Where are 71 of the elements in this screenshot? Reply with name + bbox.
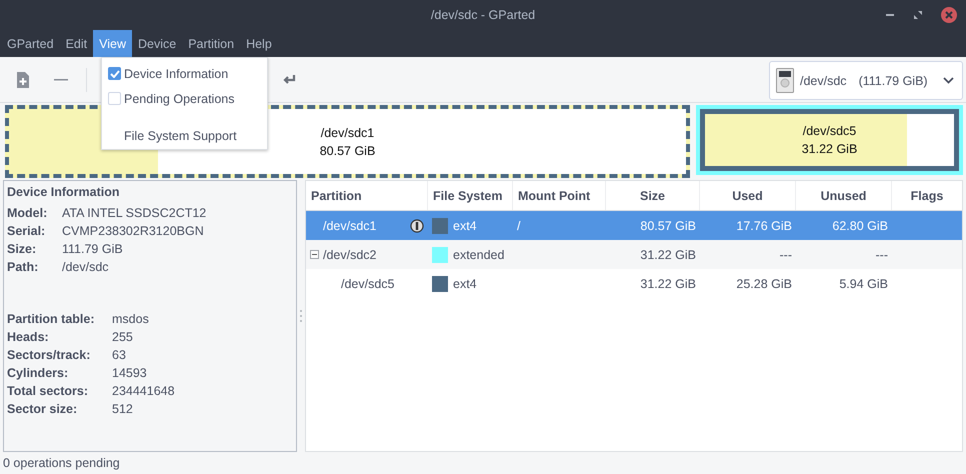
used-cell: 25.28 GiB [736, 276, 792, 290]
column-header[interactable]: File System [428, 181, 513, 210]
field-value: 255 [112, 330, 134, 344]
field-value: 111.79 GiB [62, 242, 124, 256]
apply-icon[interactable] [282, 74, 296, 86]
field-value: 14593 [112, 366, 148, 380]
field-label: Model: [7, 206, 48, 220]
menu-item[interactable]: Help [240, 30, 278, 57]
checkbox[interactable] [108, 67, 121, 80]
partition-size: 31.22 GiB [802, 142, 858, 156]
new-document-icon[interactable] [16, 70, 30, 88]
table-row[interactable]: /dev/sdc5 ext4 31.22 GiB 25.28 GiB 5.94 GiB [306, 269, 962, 298]
column-header[interactable]: Mount Point [513, 181, 606, 210]
field-value: 234441648 [112, 384, 175, 398]
field-label: Partition table: [7, 312, 96, 326]
field-value: CVMP238302R3120BGN [62, 224, 205, 238]
unused-cell: 62.80 GiB [832, 218, 888, 232]
field-label: Sector size: [7, 402, 78, 416]
status-text: 0 operations pending [3, 456, 120, 470]
table-row[interactable]: /dev/sdc2 extended 31.22 GiB --- --- [306, 240, 962, 269]
size-cell: 31.22 GiB [640, 248, 696, 262]
menu-item[interactable]: File System Support [102, 124, 267, 149]
field-label: Heads: [7, 330, 50, 344]
menu-item[interactable]: Device [132, 30, 182, 57]
pane-handle-icon[interactable] [300, 310, 302, 322]
mount-point-cell: / [517, 218, 520, 232]
field-label: Total sectors: [7, 384, 90, 398]
field-value: /dev/sdc [62, 260, 110, 274]
menu-item[interactable]: Device Information [102, 61, 267, 86]
field-label: Sectors/track: [7, 348, 92, 362]
size-cell: 80.57 GiB [640, 218, 696, 232]
device-selector[interactable]: /dev/sdc (111.79 GiB) [769, 61, 963, 100]
column-header[interactable]: Used [700, 181, 796, 210]
size-cell: 31.22 GiB [640, 276, 696, 290]
minimize-icon[interactable] [885, 13, 895, 17]
used-cell: --- [780, 248, 792, 262]
close-icon[interactable] [941, 7, 957, 23]
field-value: 63 [112, 348, 127, 362]
partition-cell: /dev/sdc5 [341, 276, 395, 290]
menu-item[interactable]: GParted [1, 30, 60, 57]
delete-icon[interactable] [54, 78, 68, 81]
unused-cell: --- [876, 248, 888, 262]
file-system-cell: ext4 [453, 218, 477, 232]
partition-name: /dev/sdc5 [802, 124, 856, 138]
chevron-down-icon [943, 77, 954, 84]
column-header[interactable]: Partition [306, 181, 428, 210]
column-header[interactable]: Unused [796, 181, 892, 210]
menu-item[interactable]: Edit [60, 30, 94, 57]
collapse-icon[interactable] [310, 250, 319, 259]
unused-cell: 5.94 GiB [839, 276, 888, 290]
field-label: Path: [7, 260, 40, 274]
field-label: Serial: [7, 224, 46, 238]
window-title: /dev/sdc - GParted [430, 8, 536, 22]
partition-cell: /dev/sdc2 [323, 248, 377, 262]
partition-cell: /dev/sdc1 [323, 218, 377, 232]
partition-name: /dev/sdc1 [320, 126, 374, 140]
file-system-cell: ext4 [453, 276, 477, 290]
maximize-icon[interactable] [913, 10, 923, 20]
partition-size: 80.57 GiB [320, 144, 376, 158]
field-value: ATA INTEL SSDSC2CT12 [62, 206, 206, 220]
hard-drive-icon [776, 68, 794, 93]
field-value: 512 [112, 402, 134, 416]
field-label: Size: [7, 242, 38, 256]
field-label: Cylinders: [7, 366, 70, 380]
column-header[interactable]: Size [606, 181, 700, 210]
menu-item[interactable]: Partition [182, 30, 240, 57]
file-system-cell: extended [453, 248, 504, 262]
column-header[interactable]: Flags [892, 181, 962, 210]
field-value: msdos [112, 312, 150, 326]
panel-heading: Device Information [7, 185, 121, 199]
used-cell: 17.76 GiB [736, 218, 792, 232]
